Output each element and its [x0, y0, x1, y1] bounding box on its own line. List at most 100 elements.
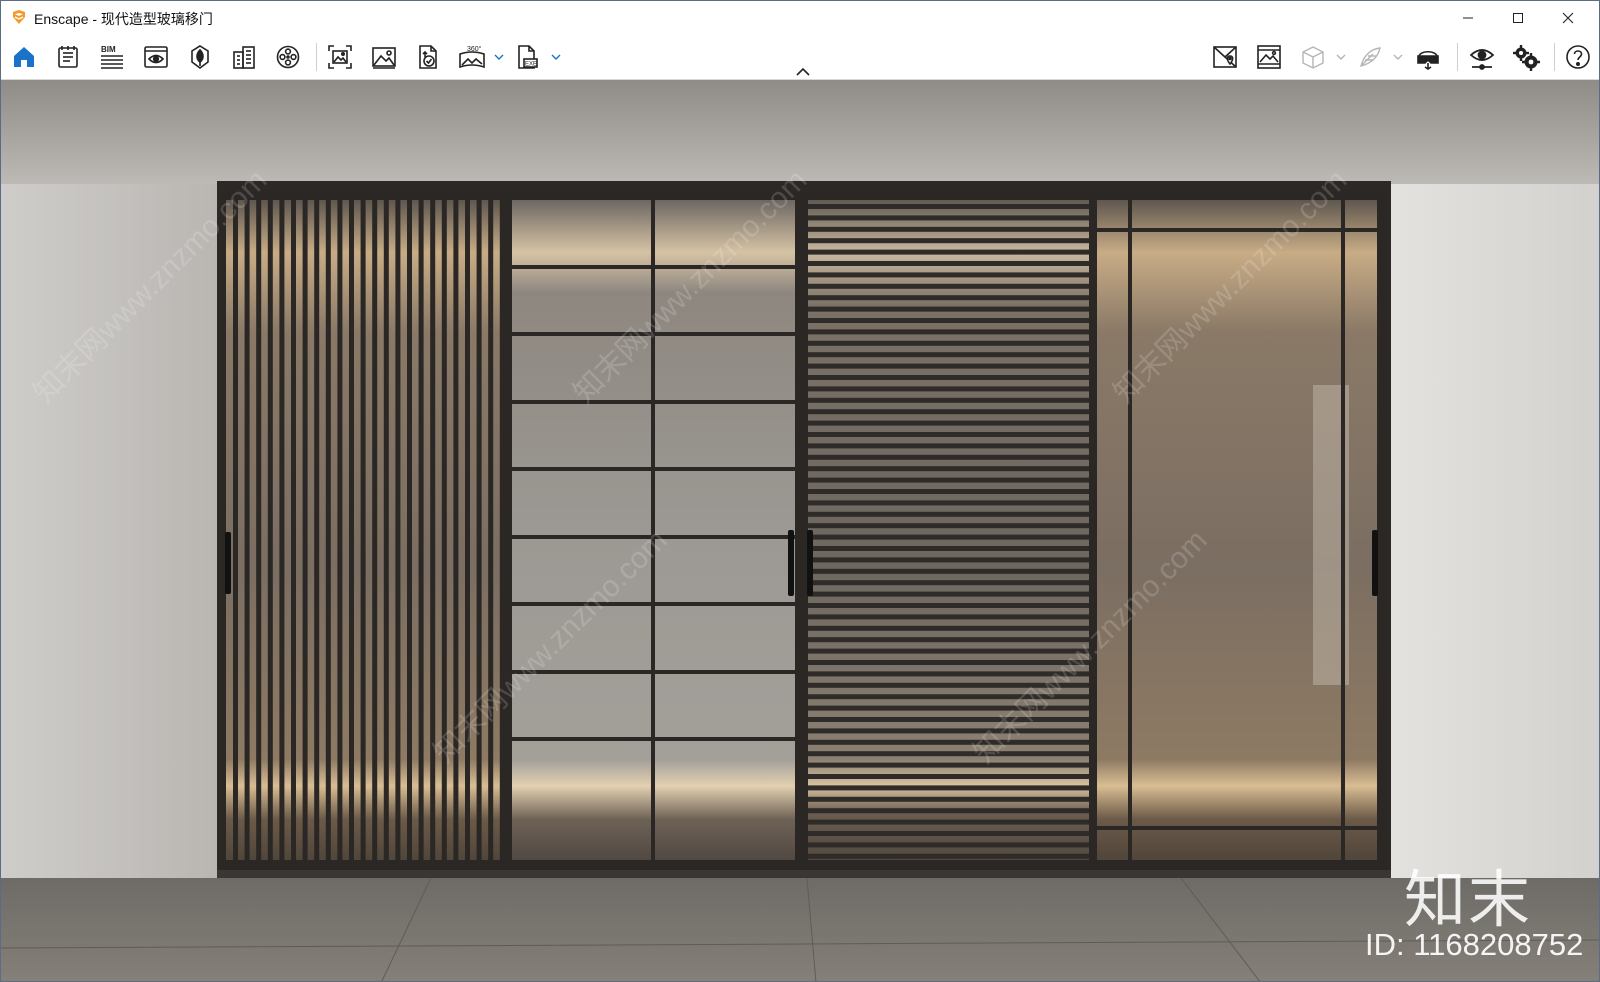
maximize-button[interactable]: [1495, 1, 1541, 34]
horizontal-slat: [808, 546, 1089, 551]
vertical-slat: [233, 199, 238, 866]
horizontal-slat: [808, 363, 1089, 369]
upload-button[interactable]: [411, 40, 445, 74]
horizontal-slat: [808, 226, 1089, 232]
vertical-slat: [349, 199, 354, 866]
panorama-dropdown[interactable]: [493, 50, 505, 64]
horizontal-slat: [808, 511, 1089, 517]
horizontal-slat: [808, 523, 1089, 529]
horizontal-slat: [808, 466, 1089, 472]
vertical-slat: [337, 199, 343, 866]
feather-button[interactable]: [1353, 40, 1387, 74]
grid-bar: [512, 265, 799, 269]
horizontal-slat: [808, 785, 1089, 791]
horizontal-slat: [808, 204, 1089, 209]
render-viewport[interactable]: 知末网www.znzmo.com 知末网www.znzmo.com 知末网www…: [1, 80, 1599, 981]
vertical-slat: [360, 199, 366, 866]
vertical-slat: [407, 199, 412, 866]
horizontal-slat: [808, 842, 1089, 848]
horizontal-slat: [808, 557, 1089, 563]
screenshot-button[interactable]: [323, 40, 357, 74]
vertical-slat: [256, 199, 262, 866]
material-editor-button[interactable]: [1208, 40, 1242, 74]
vertical-slat: [465, 199, 470, 866]
horizontal-slat: [808, 272, 1089, 278]
bim-button[interactable]: BIM: [95, 40, 129, 74]
bim-mode-button[interactable]: [227, 40, 261, 74]
asset-library-button[interactable]: [183, 40, 217, 74]
orthographic-dropdown[interactable]: [1335, 50, 1347, 64]
horizontal-slat: [808, 614, 1089, 620]
export-button[interactable]: EXE: [511, 40, 545, 74]
vertical-slat: [291, 199, 296, 866]
horizontal-slat: [808, 728, 1089, 734]
capture-frame-icon: [328, 45, 352, 69]
horizontal-slat: [808, 443, 1089, 449]
enscape-window: Enscape - 现代造型玻璃移门 BIM 360° EXE 知末网www.z…: [0, 0, 1600, 982]
home-icon: [14, 47, 34, 67]
grid-bar: [512, 400, 799, 404]
orthographic-button[interactable]: [1296, 40, 1330, 74]
grid-bar: [512, 467, 799, 471]
close-button[interactable]: [1545, 1, 1591, 34]
horizontal-slat: [808, 831, 1089, 836]
enscape-logo-icon: [13, 10, 25, 24]
video-editor-button[interactable]: [271, 40, 305, 74]
vr-headset-button[interactable]: [1411, 40, 1445, 74]
horizontal-slat: [808, 625, 1089, 631]
vr-headset-icon: [1417, 50, 1439, 70]
maximize-icon: [1513, 12, 1523, 23]
horizontal-slat: [808, 774, 1089, 779]
horizontal-slat: [808, 249, 1089, 255]
horizontal-slat: [808, 283, 1089, 289]
horizontal-slat: [808, 580, 1089, 586]
view-management-button[interactable]: [139, 40, 173, 74]
feather-dropdown[interactable]: [1392, 50, 1404, 64]
vertical-slat: [395, 199, 401, 866]
vertical-slat: [244, 199, 250, 866]
help-button[interactable]: [1561, 40, 1595, 74]
file-check-icon: [419, 45, 437, 69]
horizontal-slat: [808, 420, 1089, 426]
horizontal-slat: [808, 477, 1089, 483]
eye-window-icon: [144, 46, 168, 68]
grid-bar: [512, 737, 799, 741]
horizontal-slat: [808, 808, 1089, 814]
batch-rendering-button[interactable]: [367, 40, 401, 74]
toolbar-separator: [1457, 43, 1458, 71]
views-button[interactable]: [51, 40, 85, 74]
cube-icon: [1302, 46, 1324, 69]
toolbar-separator: [1554, 43, 1555, 71]
panorama-button[interactable]: 360°: [455, 40, 489, 74]
watermark-brand: 知末: [1404, 863, 1533, 936]
image-export-button[interactable]: [1252, 40, 1286, 74]
horizontal-slat: [808, 375, 1089, 380]
horizontal-slat: [808, 534, 1089, 540]
export-dropdown[interactable]: [550, 50, 562, 64]
horizontal-slat: [808, 762, 1089, 768]
toolbar-separator: [316, 43, 317, 71]
minimize-button[interactable]: [1445, 1, 1491, 34]
horizontal-slat: [808, 261, 1089, 266]
vertical-slat: [302, 199, 308, 866]
horizontal-slat: [808, 432, 1089, 437]
feather-icon: [1360, 47, 1381, 67]
horizontal-slat: [808, 591, 1089, 597]
title-bar[interactable]: Enscape - 现代造型玻璃移门: [1, 1, 1599, 34]
horizontal-slat: [808, 454, 1089, 460]
close-icon: [1562, 12, 1574, 23]
horizontal-slat: [808, 489, 1089, 494]
horizontal-slat: [808, 637, 1089, 643]
home-button[interactable]: [7, 40, 41, 74]
horizontal-slat: [808, 352, 1089, 358]
general-settings-button[interactable]: [1509, 40, 1543, 74]
horizontal-slat: [808, 603, 1089, 608]
visual-settings-button[interactable]: [1465, 40, 1499, 74]
vertical-slat: [476, 199, 482, 866]
gears-icon: [1513, 45, 1540, 71]
horizontal-slat: [808, 397, 1089, 403]
horizontal-slat: [808, 796, 1089, 802]
vertical-slat: [383, 199, 389, 866]
tree-icon: [191, 45, 209, 69]
collapse-toolbar-chevron-up-icon[interactable]: [795, 67, 811, 77]
